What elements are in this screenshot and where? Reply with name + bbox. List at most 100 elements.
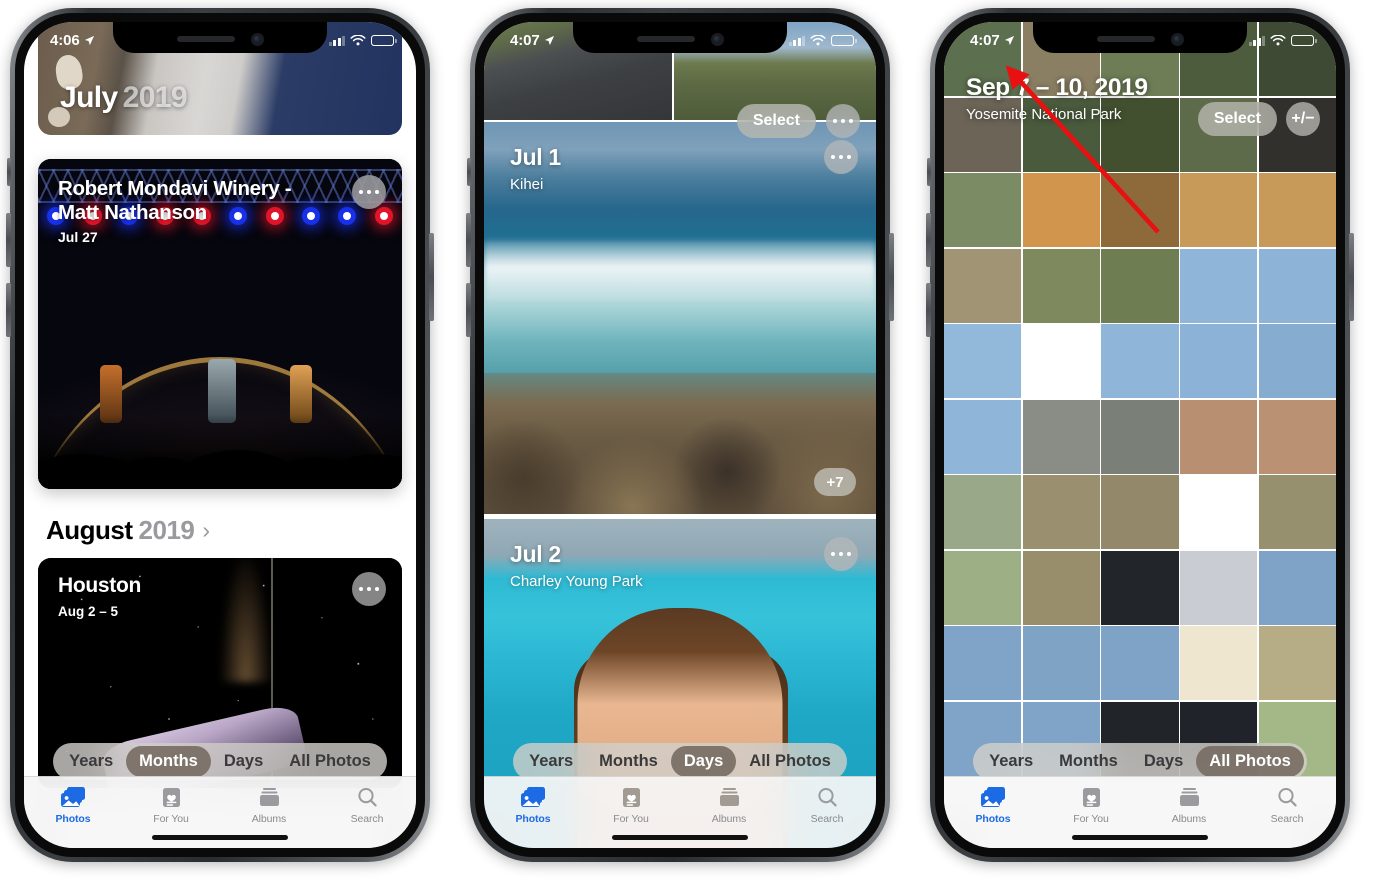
photo-thumbnail[interactable] <box>1180 626 1258 700</box>
ellipsis-icon[interactable] <box>352 175 386 209</box>
power-button[interactable] <box>1349 233 1354 321</box>
photos-icon <box>520 786 547 809</box>
tab-label: Albums <box>1171 813 1207 825</box>
photo-thumbnail[interactable] <box>1180 475 1258 549</box>
segment-months[interactable]: Months <box>126 746 211 777</box>
exhaust-plume <box>220 558 272 683</box>
photo-thumbnail[interactable] <box>1022 173 1100 247</box>
segment-all-photos[interactable]: All Photos <box>276 746 384 777</box>
select-button[interactable]: Select <box>1197 102 1277 136</box>
photo-thumbnail[interactable] <box>1258 324 1336 398</box>
mute-switch[interactable] <box>7 158 11 186</box>
photo-thumbnail[interactable] <box>944 475 1022 549</box>
photo-thumbnail[interactable] <box>944 22 1022 96</box>
segment-days[interactable]: Days <box>211 746 276 777</box>
phone-screen-all-photos: Sep 7 – 10, 2019 Yosemite National Park … <box>944 22 1336 848</box>
ellipsis-icon[interactable] <box>826 104 860 138</box>
photo-thumbnail[interactable] <box>944 324 1022 398</box>
segment-days[interactable]: Days <box>1131 746 1196 777</box>
photo-thumbnail[interactable] <box>1101 324 1179 398</box>
photo-thumbnail[interactable] <box>1022 626 1100 700</box>
segment-months[interactable]: Months <box>1046 746 1131 777</box>
albums-icon <box>716 786 743 809</box>
photo-thumbnail[interactable] <box>1101 626 1179 700</box>
photo-thumbnail[interactable] <box>1022 399 1100 474</box>
ellipsis-icon[interactable] <box>352 572 386 606</box>
segment-all-photos[interactable]: All Photos <box>736 746 844 777</box>
month-section-header[interactable]: August 2019 › <box>46 515 416 546</box>
zoom-level-button[interactable]: +/− <box>1286 102 1320 136</box>
photo-thumbnail[interactable] <box>1180 324 1258 398</box>
tab-photos[interactable]: Photos <box>944 777 1042 848</box>
photo-thumbnail[interactable] <box>1180 550 1258 625</box>
segment-all-photos[interactable]: All Photos <box>1196 746 1304 777</box>
months-scroll-area[interactable]: Robert Mondavi Winery - Matt Nathanson J… <box>24 135 416 848</box>
mute-switch[interactable] <box>927 158 931 186</box>
phone-screen-months: July 2019 Robert Mondavi Winery - Matt N… <box>24 22 416 848</box>
photo-thumbnail[interactable] <box>1258 475 1336 549</box>
ellipsis-icon[interactable] <box>824 140 858 174</box>
tab-search[interactable]: Search <box>318 777 416 848</box>
chevron-right-icon[interactable]: › <box>202 517 210 544</box>
timeline-segmented-control[interactable]: Years Months Days All Photos <box>24 743 416 780</box>
timeline-segmented-control[interactable]: Years Months Days All Photos <box>484 743 876 780</box>
photo-thumbnail[interactable] <box>1101 248 1179 323</box>
photo-thumbnail[interactable] <box>1258 22 1336 96</box>
day-photo-jul-1[interactable]: Jul 1 Kihei +7 <box>484 122 876 514</box>
more-photos-badge[interactable]: +7 <box>814 468 856 496</box>
power-button[interactable] <box>889 233 894 321</box>
photo-thumbnail[interactable] <box>1101 475 1179 549</box>
segment-years[interactable]: Years <box>976 746 1046 777</box>
ellipsis-icon[interactable] <box>824 537 858 571</box>
photo-thumbnail[interactable] <box>1258 550 1336 625</box>
home-indicator[interactable] <box>1072 835 1208 840</box>
volume-down-button[interactable] <box>6 283 11 337</box>
photo-thumbnail[interactable] <box>1180 399 1258 474</box>
photo-thumbnail[interactable] <box>1101 173 1179 247</box>
photo-thumbnail[interactable] <box>1022 97 1100 172</box>
power-button[interactable] <box>429 233 434 321</box>
tab-search[interactable]: Search <box>778 777 876 848</box>
photo-thumbnail[interactable] <box>944 248 1022 323</box>
volume-down-button[interactable] <box>926 283 931 337</box>
photo-thumbnail[interactable] <box>944 173 1022 247</box>
photo-thumbnail[interactable] <box>1101 399 1179 474</box>
segment-days[interactable]: Days <box>670 746 737 777</box>
photo-thumbnail[interactable] <box>1101 550 1179 625</box>
photo-grid[interactable] <box>944 22 1336 848</box>
phone-days: Jul 1 Kihei +7 Jul 2 Charley Young Park <box>466 8 894 862</box>
volume-up-button[interactable] <box>926 213 931 267</box>
photo-thumbnail[interactable] <box>1258 173 1336 247</box>
photo-thumbnail[interactable] <box>1180 248 1258 323</box>
memory-card-winery[interactable]: Robert Mondavi Winery - Matt Nathanson J… <box>38 159 402 489</box>
timeline-segmented-control[interactable]: Years Months Days All Photos <box>944 743 1336 780</box>
volume-up-button[interactable] <box>6 213 11 267</box>
photo-thumbnail[interactable] <box>944 550 1022 625</box>
wave-foam <box>484 239 876 303</box>
segment-years[interactable]: Years <box>516 746 586 777</box>
photo-thumbnail[interactable] <box>1022 550 1100 625</box>
photo-thumbnail[interactable] <box>1022 475 1100 549</box>
photo-thumbnail[interactable] <box>944 626 1022 700</box>
photo-thumbnail[interactable] <box>1022 324 1100 398</box>
volume-down-button[interactable] <box>466 283 471 337</box>
photo-thumbnail[interactable] <box>944 97 1022 172</box>
photo-thumbnail[interactable] <box>1180 173 1258 247</box>
day-location: Kihei <box>510 176 544 193</box>
photo-thumbnail[interactable] <box>1101 97 1179 172</box>
photo-thumbnail[interactable] <box>944 399 1022 474</box>
select-button[interactable]: Select <box>736 104 816 138</box>
tab-photos[interactable]: Photos <box>24 777 122 848</box>
mute-switch[interactable] <box>467 158 471 186</box>
photo-thumbnail[interactable] <box>1022 248 1100 323</box>
tab-photos[interactable]: Photos <box>484 777 582 848</box>
photo-thumbnail[interactable] <box>1258 626 1336 700</box>
photo-thumbnail[interactable] <box>1258 248 1336 323</box>
photo-thumbnail[interactable] <box>1258 399 1336 474</box>
segment-months[interactable]: Months <box>586 746 671 777</box>
volume-up-button[interactable] <box>466 213 471 267</box>
segment-years[interactable]: Years <box>56 746 126 777</box>
home-indicator[interactable] <box>612 835 748 840</box>
home-indicator[interactable] <box>152 835 288 840</box>
tab-search[interactable]: Search <box>1238 777 1336 848</box>
